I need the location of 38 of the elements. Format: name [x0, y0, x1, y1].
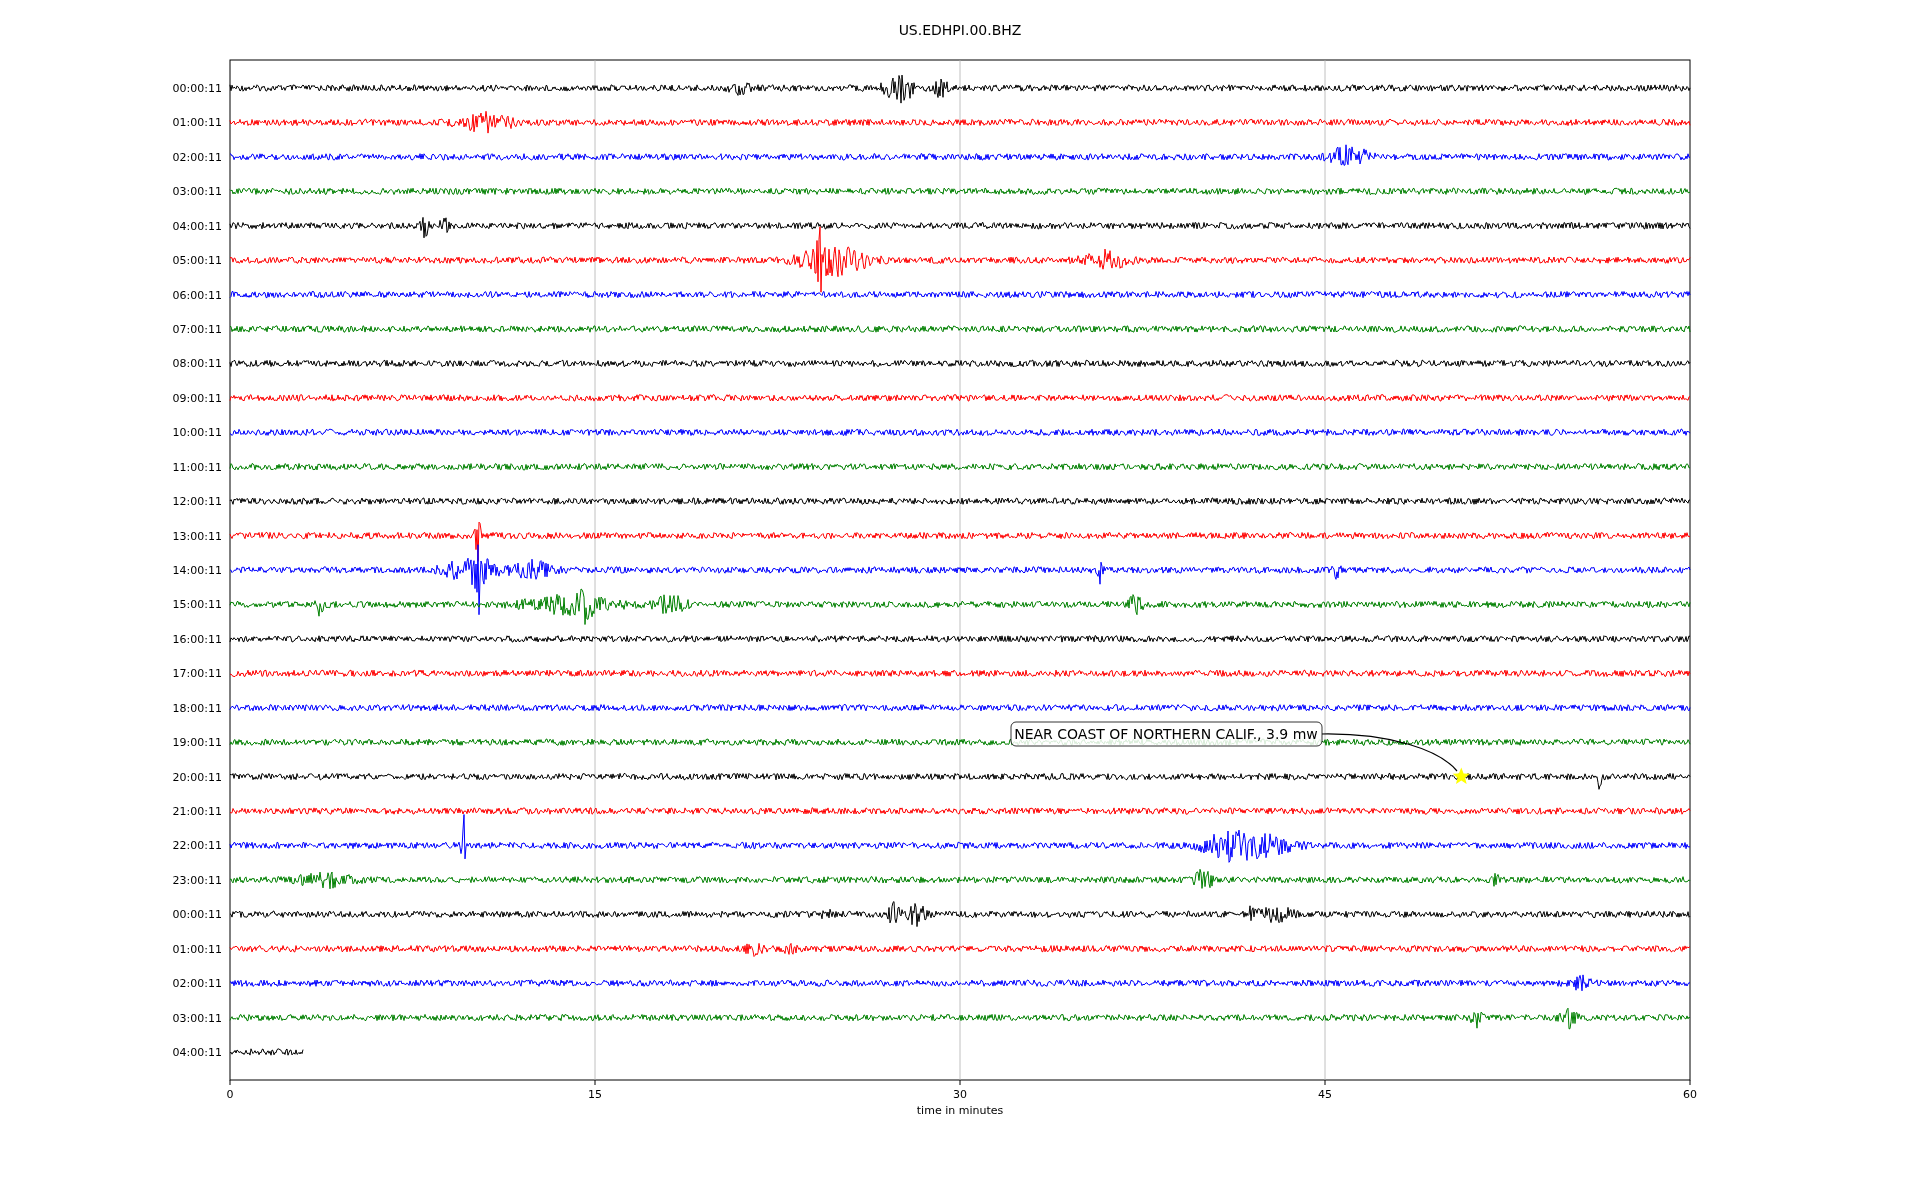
row-time-label: 19:00:11 [172, 736, 222, 750]
x-tick-label: 60 [1683, 1088, 1697, 1101]
row-time-label: 12:00:11 [172, 495, 222, 509]
x-tick-label: 15 [588, 1088, 602, 1101]
row-time-label: 13:00:11 [172, 529, 222, 543]
row-time-label: 10:00:11 [172, 426, 222, 440]
row-time-label: 02:00:11 [172, 150, 222, 164]
row-time-label: 03:00:11 [172, 1011, 222, 1025]
row-time-label: 14:00:11 [172, 564, 222, 577]
annotation-label: NEAR COAST OF NORTHERN CALIF., 3.9 mw [1010, 721, 1323, 747]
x-axis-label: time in minutes [916, 1104, 1004, 1117]
row-time-label: 06:00:11 [172, 288, 222, 302]
row-time-label: 02:00:11 [172, 977, 222, 991]
row-time-label: 07:00:11 [172, 323, 222, 336]
row-time-label: 16:00:11 [172, 632, 222, 646]
row-time-label: 00:00:11 [172, 82, 222, 95]
row-time-label: 00:00:11 [172, 908, 222, 922]
row-time-label: 20:00:11 [172, 770, 222, 784]
row-time-label: 17:00:11 [172, 667, 222, 681]
row-time-label: 04:00:11 [172, 219, 222, 233]
row-time-label: 05:00:11 [172, 254, 222, 268]
row-time-label: 22:00:11 [172, 839, 222, 853]
x-tick-label: 45 [1318, 1088, 1332, 1101]
row-time-label: 08:00:11 [172, 357, 222, 371]
x-tick-label: 0 [226, 1088, 234, 1101]
row-time-label: 23:00:11 [172, 873, 222, 887]
row-time-label: 09:00:11 [172, 391, 222, 405]
row-time-label: 15:00:11 [172, 598, 222, 612]
row-time-label: 03:00:11 [172, 185, 222, 199]
row-time-label: 18:00:11 [172, 701, 222, 715]
chart-title: US.EDHPI.00.BHZ [898, 22, 1022, 38]
row-time-label: 21:00:11 [172, 805, 222, 819]
row-time-label: 01:00:11 [172, 116, 222, 130]
row-time-label: 04:00:11 [172, 1046, 222, 1060]
row-time-label: 11:00:11 [172, 460, 222, 474]
row-time-label: 01:00:11 [172, 942, 222, 956]
star-icon [1452, 767, 1470, 784]
x-tick-label: 30 [953, 1088, 967, 1101]
